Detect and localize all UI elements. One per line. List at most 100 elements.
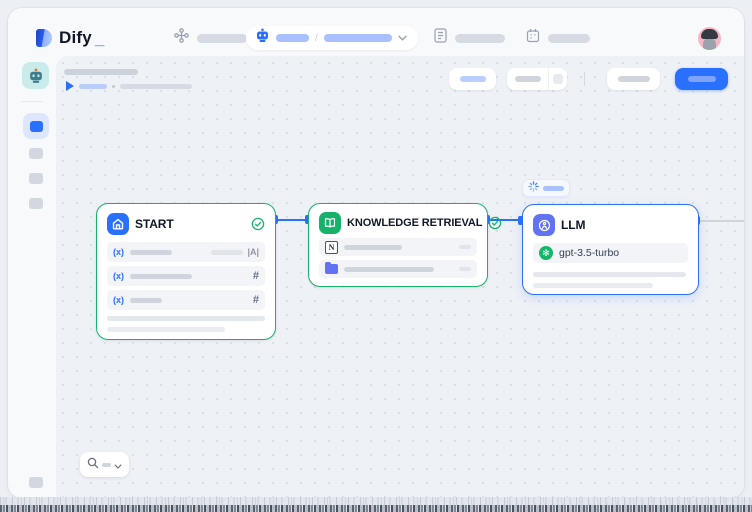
screenshot-noise-band <box>0 497 752 505</box>
screenshot-noise-band <box>0 505 752 512</box>
run-label-placeholder <box>79 84 107 89</box>
node-llm[interactable]: LLM ✻ gpt-3.5-turbo <box>522 204 699 295</box>
sidebar-item-workflow-active[interactable] <box>23 113 49 139</box>
variable-icon: (x) <box>113 247 124 257</box>
preview-button[interactable] <box>607 68 660 90</box>
home-icon <box>107 213 129 235</box>
avatar-body <box>703 38 716 50</box>
nav-tools[interactable] <box>526 28 590 48</box>
run-segment[interactable] <box>507 68 549 90</box>
variable-name-placeholder <box>130 274 192 279</box>
brand-name: Dify <box>59 29 92 47</box>
start-variable-row[interactable]: (x) # <box>107 290 265 310</box>
node-kr-title: KNOWLEDGE RETRIEVAL <box>347 217 482 229</box>
node-description-placeholder <box>533 283 653 288</box>
node-start[interactable]: START (x) |A| (x) # <box>96 203 276 340</box>
source-meta-placeholder <box>459 245 471 249</box>
dify-logo-icon <box>36 29 52 47</box>
knowledge-source-row[interactable]: N <box>319 238 477 256</box>
app-window: Dify _ <box>8 8 744 498</box>
check-circle-icon <box>251 217 265 231</box>
variable-icon: (x) <box>113 271 124 281</box>
chevron-down-icon <box>398 33 407 43</box>
robot-icon <box>255 28 270 48</box>
calendar-icon <box>526 28 540 48</box>
sidebar-item-bottom[interactable] <box>29 477 43 488</box>
source-name-placeholder <box>344 267 434 272</box>
running-label-placeholder <box>543 186 564 191</box>
pill-separator: / <box>315 33 318 44</box>
zoom-level-placeholder <box>102 463 111 467</box>
features-label-placeholder <box>460 76 486 82</box>
variable-value-placeholder <box>211 250 243 255</box>
search-icon <box>87 456 99 474</box>
workflow-name-placeholder <box>324 34 392 42</box>
source-meta-placeholder <box>459 267 471 271</box>
variable-name-placeholder <box>130 250 172 255</box>
preview-label-placeholder <box>618 76 650 82</box>
app-robot-icon <box>28 68 44 84</box>
workflow-title-placeholder <box>64 69 138 75</box>
move-icon <box>174 28 189 48</box>
run-meta-placeholder <box>120 84 192 89</box>
sidebar-app-icon[interactable] <box>22 62 49 89</box>
toolbar-divider <box>584 72 585 86</box>
sidebar-item-4[interactable] <box>29 198 43 209</box>
folder-icon <box>325 264 338 274</box>
source-name-placeholder <box>344 245 402 250</box>
sidebar-item-3[interactable] <box>29 173 43 184</box>
history-icon-placeholder <box>553 74 563 84</box>
app-name-placeholder <box>276 34 309 42</box>
user-avatar[interactable] <box>698 27 721 50</box>
node-description-placeholder <box>107 316 265 321</box>
node-knowledge-retrieval[interactable]: KNOWLEDGE RETRIEVAL N <box>308 203 488 287</box>
model-name: gpt-3.5-turbo <box>559 247 619 259</box>
edge-llm-outgoing <box>700 220 744 222</box>
llm-model-row[interactable]: ✻ gpt-3.5-turbo <box>533 243 688 263</box>
publish-button[interactable] <box>675 68 728 90</box>
brand-accent: _ <box>95 31 104 47</box>
node-start-header: START <box>107 212 265 236</box>
nav-explore-label-placeholder <box>197 34 247 43</box>
open-book-icon <box>319 212 341 234</box>
avatar-hair <box>701 29 718 39</box>
app-switcher[interactable]: / <box>246 26 418 50</box>
run-history-button[interactable] <box>507 68 567 90</box>
history-segment[interactable] <box>549 74 567 84</box>
number-type-icon: # <box>253 294 259 306</box>
start-variable-row[interactable]: (x) # <box>107 266 265 286</box>
workflow-canvas[interactable]: START (x) |A| (x) # <box>56 56 744 498</box>
number-type-icon: # <box>253 270 259 282</box>
zoom-control[interactable] <box>80 452 129 477</box>
nav-knowledge-label-placeholder <box>455 34 505 43</box>
notion-icon: N <box>325 241 338 254</box>
knowledge-source-row[interactable] <box>319 260 477 278</box>
topbar: Dify _ <box>8 8 744 56</box>
node-llm-header: LLM <box>533 213 688 237</box>
nav-explore[interactable] <box>174 28 247 48</box>
variable-icon: (x) <box>113 295 124 305</box>
features-button[interactable] <box>449 68 496 90</box>
node-start-title: START <box>135 217 174 231</box>
dify-logo[interactable]: Dify _ <box>36 29 104 47</box>
book-icon <box>434 28 447 48</box>
play-icon[interactable] <box>66 81 74 91</box>
node-description-placeholder <box>107 327 225 332</box>
llm-icon <box>533 214 555 236</box>
sidebar-item-2[interactable] <box>29 148 43 159</box>
openai-icon: ✻ <box>539 246 553 260</box>
llm-running-indicator <box>522 179 570 197</box>
sidebar <box>8 56 56 498</box>
chevron-down-icon <box>114 456 122 474</box>
node-kr-header: KNOWLEDGE RETRIEVAL <box>319 212 477 234</box>
check-circle-icon <box>488 216 502 230</box>
publish-label-placeholder <box>688 76 716 82</box>
nav-knowledge[interactable] <box>434 28 505 48</box>
start-variable-row[interactable]: (x) |A| <box>107 242 265 262</box>
run-status-row <box>66 80 192 92</box>
canvas-toolbar <box>449 68 728 90</box>
spinner-icon <box>528 179 539 197</box>
sidebar-divider <box>21 101 43 102</box>
string-type-icon: |A| <box>247 247 259 257</box>
run-label-placeholder <box>515 76 541 82</box>
